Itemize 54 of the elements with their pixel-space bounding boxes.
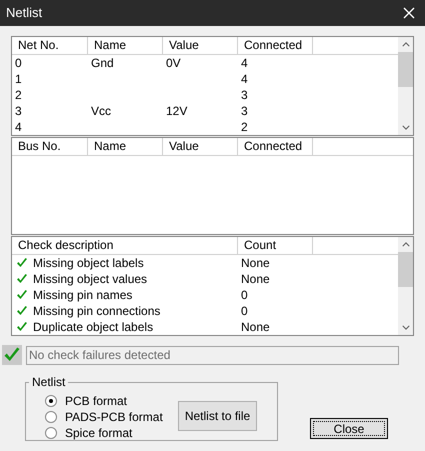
scroll-thumb[interactable] [398,252,413,287]
table-cell-text: None [240,319,271,335]
table-cell: 1 [15,72,22,86]
radio-button[interactable] [45,395,57,407]
status-field: No check failures detected [26,346,399,364]
table-cell-text: None [240,255,271,271]
table-cell: 0 [15,56,22,70]
table-cell: 2 [241,120,248,134]
scroll-down-icon[interactable] [402,125,410,130]
column-header[interactable]: Value [163,138,238,156]
scrollbar[interactable] [398,237,413,335]
table-cell: 4 [15,120,22,134]
scroll-thumb[interactable] [398,52,413,87]
table-cell: 4 [241,56,248,70]
check-description: Duplicate object labels [33,319,154,335]
column-header[interactable]: Count [238,237,313,255]
close-button[interactable]: Close [310,418,388,439]
check-description: Missing pin names [33,287,132,303]
table-cell: 3 [15,104,22,118]
format-radio[interactable]: PADS-PCB format [45,409,163,425]
table-cell: 0V [166,56,181,70]
check-description: Missing pin connections [33,303,160,319]
radio-button[interactable] [45,411,57,423]
radio-button[interactable] [45,427,57,439]
scroll-down-icon[interactable] [402,325,410,330]
column-header[interactable]: Value [163,37,238,55]
close-icon[interactable] [403,7,415,19]
column-header[interactable]: Name [88,37,163,55]
scroll-up-icon[interactable] [402,42,410,47]
check-description: Missing object values [33,271,148,287]
table-cell: Vcc [91,104,112,118]
format-radio[interactable]: Spice format [45,425,163,441]
table-cell: 3 [241,88,248,102]
table-cell: 4 [241,72,248,86]
table-cell: Gnd [91,56,114,70]
table-cell-text: 0 [240,287,249,303]
column-header[interactable]: Connected [238,138,313,156]
group-title: Netlist [31,374,66,391]
table-cell: 12V [166,104,188,118]
column-header[interactable]: Connected [238,37,313,55]
column-header[interactable]: Check description [12,237,238,255]
column-header[interactable]: Bus No. [12,138,88,156]
netlist-to-file-button[interactable]: Netlist to file [178,401,257,431]
scroll-up-icon[interactable] [402,242,410,247]
format-radio[interactable]: PCB format [45,393,163,409]
scrollbar[interactable] [398,37,413,135]
table-cell-text: 0 [240,303,249,319]
table-cell: 3 [241,104,248,118]
table-cell-text: None [240,271,271,287]
column-header[interactable]: Name [88,138,163,156]
window-title: Netlist [6,4,42,22]
column-header[interactable]: Net No. [12,37,88,55]
table-cell: 2 [15,88,22,102]
check-description: Missing object labels [33,255,144,271]
